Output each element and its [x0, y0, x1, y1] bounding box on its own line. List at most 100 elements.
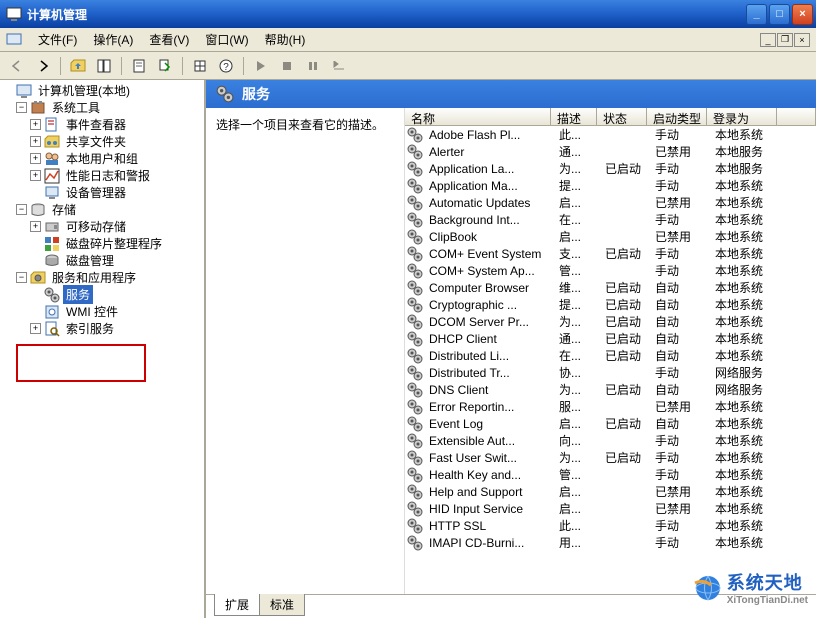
- service-row[interactable]: Application La...为...已启动手动本地服务: [405, 160, 816, 177]
- export-button[interactable]: [154, 55, 176, 77]
- tree-item[interactable]: 服务: [2, 286, 202, 303]
- col-name[interactable]: 名称: [405, 108, 551, 125]
- tree-item[interactable]: −存储: [2, 201, 202, 218]
- mdi-close[interactable]: ×: [794, 33, 810, 47]
- service-row[interactable]: DCOM Server Pr...为...已启动自动本地系统: [405, 313, 816, 330]
- service-row[interactable]: Alerter通...已禁用本地服务: [405, 143, 816, 160]
- service-row[interactable]: Help and Support启...已禁用本地系统: [405, 483, 816, 500]
- tree-item[interactable]: 设备管理器: [2, 184, 202, 201]
- service-icon: [407, 416, 423, 432]
- watermark-main: 系统天地: [727, 573, 803, 593]
- service-row[interactable]: Error Reportin...服...已禁用本地系统: [405, 398, 816, 415]
- cell-status: 已启动: [599, 313, 649, 330]
- service-row[interactable]: DHCP Client通...已启动自动本地系统: [405, 330, 816, 347]
- menu-file[interactable]: 文件(F): [30, 29, 85, 50]
- service-row[interactable]: Fast User Swit...为...已启动手动本地系统: [405, 449, 816, 466]
- forward-button[interactable]: [32, 55, 54, 77]
- service-row[interactable]: DNS Client为...已启动自动网络服务: [405, 381, 816, 398]
- maximize-button[interactable]: □: [769, 4, 790, 25]
- cell-desc: 为...: [553, 313, 599, 330]
- cell-name: Event Log: [423, 417, 553, 431]
- cell-name: Automatic Updates: [423, 196, 553, 210]
- defrag-icon: [44, 236, 60, 252]
- mdi-minimize[interactable]: _: [760, 33, 776, 47]
- tree-expander[interactable]: −: [16, 272, 27, 283]
- service-row[interactable]: Computer Browser维...已启动自动本地系统: [405, 279, 816, 296]
- menu-action[interactable]: 操作(A): [85, 29, 141, 50]
- service-row[interactable]: Background Int...在...手动本地系统: [405, 211, 816, 228]
- removable-icon: [44, 219, 60, 235]
- tree-expander[interactable]: −: [16, 102, 27, 113]
- cell-desc: 启...: [553, 228, 599, 245]
- help-button[interactable]: ?: [215, 55, 237, 77]
- tree-item[interactable]: +索引服务: [2, 320, 202, 337]
- list-body[interactable]: Adobe Flash Pl...此...手动本地系统Alerter通...已禁…: [405, 126, 816, 594]
- tree-expander[interactable]: +: [30, 323, 41, 334]
- cell-start: 已禁用: [649, 398, 709, 415]
- service-row[interactable]: COM+ Event System支...已启动手动本地系统: [405, 245, 816, 262]
- cell-name: COM+ Event System: [423, 247, 553, 261]
- services-icon: [44, 287, 60, 303]
- tree-item[interactable]: +可移动存储: [2, 218, 202, 235]
- tree-item[interactable]: +事件查看器: [2, 116, 202, 133]
- cell-start: 自动: [649, 347, 709, 364]
- tree-expander[interactable]: −: [16, 204, 27, 215]
- cell-name: HID Input Service: [423, 502, 553, 516]
- service-row[interactable]: Event Log启...已启动自动本地系统: [405, 415, 816, 432]
- mdi-restore[interactable]: ❐: [777, 33, 793, 47]
- tree-item[interactable]: 磁盘管理: [2, 252, 202, 269]
- service-row[interactable]: HID Input Service启...已禁用本地系统: [405, 500, 816, 517]
- cell-logon: 本地系统: [709, 483, 779, 500]
- service-row[interactable]: COM+ System Ap...管...手动本地系统: [405, 262, 816, 279]
- service-row[interactable]: Adobe Flash Pl...此...手动本地系统: [405, 126, 816, 143]
- cell-name: Background Int...: [423, 213, 553, 227]
- col-logon[interactable]: 登录为: [707, 108, 777, 125]
- cell-name: Computer Browser: [423, 281, 553, 295]
- service-row[interactable]: Distributed Tr...协...手动网络服务: [405, 364, 816, 381]
- cell-name: Extensible Aut...: [423, 434, 553, 448]
- tree-expander[interactable]: +: [30, 119, 41, 130]
- menu-view[interactable]: 查看(V): [141, 29, 197, 50]
- tree-item[interactable]: 磁盘碎片整理程序: [2, 235, 202, 252]
- tab-standard[interactable]: 标准: [259, 594, 305, 616]
- cell-name: HTTP SSL: [423, 519, 553, 533]
- service-row[interactable]: IMAPI CD-Burni...用...手动本地系统: [405, 534, 816, 551]
- col-desc[interactable]: 描述: [551, 108, 597, 125]
- service-row[interactable]: Health Key and...管...手动本地系统: [405, 466, 816, 483]
- tree-item[interactable]: +本地用户和组: [2, 150, 202, 167]
- service-row[interactable]: HTTP SSL此...手动本地系统: [405, 517, 816, 534]
- tree-item[interactable]: +共享文件夹: [2, 133, 202, 150]
- cell-status: 已启动: [599, 330, 649, 347]
- tree-expander[interactable]: +: [30, 153, 41, 164]
- menu-window[interactable]: 窗口(W): [197, 29, 256, 50]
- cell-logon: 本地系统: [709, 398, 779, 415]
- service-row[interactable]: ClipBook启...已禁用本地系统: [405, 228, 816, 245]
- tab-extended[interactable]: 扩展: [214, 594, 260, 616]
- cell-desc: 为...: [553, 449, 599, 466]
- tree-item[interactable]: −服务和应用程序: [2, 269, 202, 286]
- refresh-button[interactable]: [189, 55, 211, 77]
- col-status[interactable]: 状态: [597, 108, 647, 125]
- tree-expander[interactable]: +: [30, 136, 41, 147]
- tree-item[interactable]: −系统工具: [2, 99, 202, 116]
- col-start[interactable]: 启动类型: [647, 108, 707, 125]
- show-hide-button[interactable]: [93, 55, 115, 77]
- tree-pane[interactable]: 计算机管理(本地)−系统工具+事件查看器+共享文件夹+本地用户和组+性能日志和警…: [0, 80, 206, 618]
- service-row[interactable]: Distributed Li...在...已启动自动本地系统: [405, 347, 816, 364]
- cell-name: IMAPI CD-Burni...: [423, 536, 553, 550]
- tree-expander[interactable]: +: [30, 170, 41, 181]
- properties-button[interactable]: [128, 55, 150, 77]
- tree-item[interactable]: +性能日志和警报: [2, 167, 202, 184]
- service-row[interactable]: Cryptographic ...提...已启动自动本地系统: [405, 296, 816, 313]
- service-row[interactable]: Automatic Updates启...已禁用本地系统: [405, 194, 816, 211]
- cell-name: Application Ma...: [423, 179, 553, 193]
- tree-item[interactable]: 计算机管理(本地): [2, 82, 202, 99]
- service-row[interactable]: Application Ma...提...手动本地系统: [405, 177, 816, 194]
- service-row[interactable]: Extensible Aut...向...手动本地系统: [405, 432, 816, 449]
- tree-item[interactable]: WMI 控件: [2, 303, 202, 320]
- minimize-button[interactable]: _: [746, 4, 767, 25]
- close-button[interactable]: ×: [792, 4, 813, 25]
- menu-help[interactable]: 帮助(H): [257, 29, 314, 50]
- tree-expander[interactable]: +: [30, 221, 41, 232]
- up-button[interactable]: [67, 55, 89, 77]
